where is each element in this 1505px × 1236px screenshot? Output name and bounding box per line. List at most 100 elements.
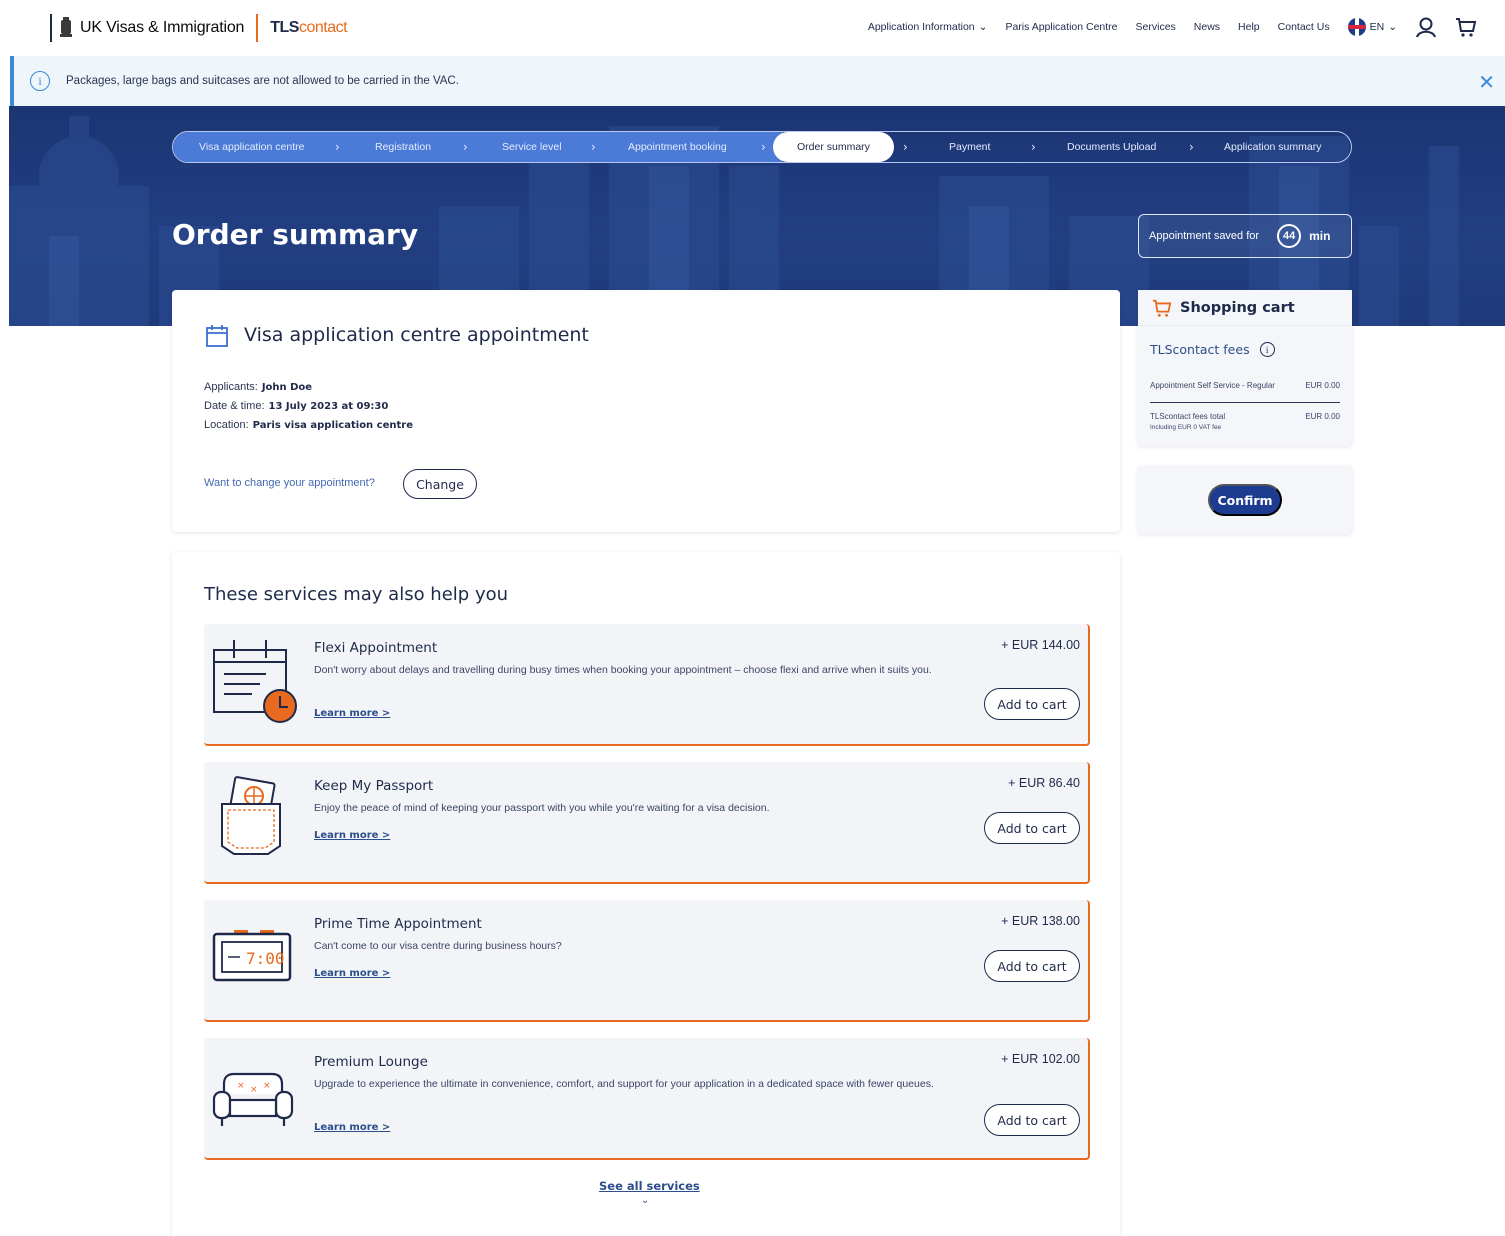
step-payment: Payment [949,141,991,153]
change-button[interactable]: Change [403,469,477,499]
location-value: Paris visa application centre [252,420,413,431]
service-card-premium-lounge: × × × Premium Lounge Upgrade to experien… [204,1038,1090,1160]
user-icon[interactable] [1415,16,1437,38]
service-description: Can't come to our visa centre during bus… [314,940,562,952]
chevron-right-icon: › [903,140,908,154]
service-description: Upgrade to experience the ultimate in co… [314,1078,934,1090]
service-name: Flexi Appointment [314,640,438,656]
brand-logos[interactable]: UK Visas & Immigration TLS contact [50,14,348,42]
service-card-flexi-appointment: Flexi Appointment Don't worry about dela… [204,624,1090,746]
add-to-cart-button[interactable]: Add to cart [984,688,1080,720]
chevron-right-icon: › [761,140,766,154]
datetime-label: Date & time: [204,400,265,412]
confirm-panel: Confirm [1138,466,1352,534]
service-card-keep-my-passport: Keep My Passport Enjoy the peace of mind… [204,762,1090,884]
service-name: Premium Lounge [314,1054,428,1070]
chevron-down-icon: ⌄ [641,1195,650,1206]
step-service-level[interactable]: Service level [502,132,562,162]
service-price: + EUR 102.00 [1001,1052,1080,1066]
add-to-cart-button[interactable]: Add to cart [984,950,1080,982]
nav-contact-us[interactable]: Contact Us [1278,21,1330,33]
logo-separator [256,14,259,42]
flexi-appointment-icon [213,640,297,723]
add-to-cart-button[interactable]: Add to cart [984,1104,1080,1136]
location-row: Location: Paris visa application centre [204,419,413,431]
learn-more-link[interactable]: Learn more > [314,708,390,719]
confirm-button[interactable]: Confirm [1208,484,1282,516]
learn-more-link[interactable]: Learn more > [314,1122,390,1133]
language-label: EN [1369,21,1385,33]
info-icon[interactable]: i [1259,342,1275,357]
nav-application-information[interactable]: Application Information ⌄ [868,21,988,33]
calendar-icon [206,325,228,347]
add-to-cart-button[interactable]: Add to cart [984,812,1080,844]
step-documents-upload: Documents Upload [1067,141,1157,153]
service-price: + EUR 86.40 [1008,776,1080,790]
timer-label: Appointment saved for [1149,230,1260,242]
applicants-row: Applicants: John Doe [204,381,312,393]
nav-news[interactable]: News [1194,21,1220,33]
step-application-summary: Application summary [1224,141,1322,153]
tls-logo-light: contact [298,19,348,36]
timer-value: 44 [1277,224,1302,248]
chevron-right-icon: › [463,140,468,154]
nav-paris-application-centre[interactable]: Paris Application Centre [1005,21,1117,33]
step-appointment-booking[interactable]: Appointment booking [628,132,727,162]
learn-more-link[interactable]: Learn more > [314,968,390,979]
timer-unit: min [1309,229,1331,243]
banner-text: Packages, large bags and suitcases are n… [66,75,459,87]
location-label: Location: [204,419,249,431]
svg-text:7:00: 7:00 [246,949,285,968]
nav-services[interactable]: Services [1136,21,1176,33]
top-header: UK Visas & Immigration TLS contact Applic… [0,0,1505,56]
chevron-right-icon: › [1189,140,1194,154]
passport-pocket-icon [221,776,281,855]
language-selector[interactable]: EN ⌄ [1347,18,1397,36]
crest-icon [60,17,72,37]
sofa-icon: × × × [212,1072,294,1126]
nav-help[interactable]: Help [1238,21,1260,33]
info-banner: i Packages, large bags and suitcases are… [10,56,1505,106]
datetime-value: 13 July 2023 at 09:30 [268,401,389,412]
service-description: Enjoy the peace of mind of keeping your … [314,802,770,814]
fees-heading: TLScontact fees i [1150,342,1275,357]
main-nav: Application Information ⌄ Paris Applicati… [868,16,1477,38]
service-card-prime-time-appointment: 7:00 Prime Time Appointment Can't come t… [204,900,1090,1022]
service-price: + EUR 144.00 [1001,638,1080,652]
page-title: Order summary [172,218,419,251]
service-description: Don't worry about delays and travelling … [314,664,932,676]
ukvi-logo-text: UK Visas & Immigration [80,19,245,36]
svg-text:×: × [250,1085,258,1095]
alarm-clock-icon: 7:00 [212,930,292,982]
cart-header: Shopping cart [1138,290,1352,326]
cart-icon [1152,299,1172,317]
line-item-value: EUR 0.00 [1305,381,1340,390]
close-icon[interactable]: ✕ [1478,70,1495,94]
step-visa-application-centre[interactable]: Visa application centre [199,132,304,162]
brand-divider [50,14,52,42]
fees-title: TLScontact fees [1150,342,1250,357]
cart-line-item: Appointment Self Service - Regular EUR 0… [1150,381,1340,390]
cart-icon[interactable] [1455,16,1477,38]
shopping-cart-panel: Shopping cart TLScontact fees i Appointm… [1138,290,1352,446]
cart-divider [1150,402,1340,403]
see-all-services-link[interactable]: See all services [599,1179,700,1193]
service-price: + EUR 138.00 [1001,914,1080,928]
svg-text:×: × [263,1081,271,1091]
applicants-label: Applicants: [204,381,258,393]
step-registration[interactable]: Registration [375,132,431,162]
learn-more-link[interactable]: Learn more > [314,830,390,841]
step-order-summary[interactable]: Order summary [773,132,894,162]
total-label: TLScontact fees total [1150,412,1226,421]
line-item-label: Appointment Self Service - Regular [1150,381,1275,390]
uk-flag-icon [1347,18,1366,36]
nav-label: Application Information [867,21,975,33]
vat-note: Including EUR 0 VAT fee [1150,424,1222,431]
chevron-right-icon: › [591,140,596,154]
svg-text:×: × [237,1081,245,1091]
chevron-down-icon: ⌄ [978,21,988,33]
appointment-title: Visa application centre appointment [244,324,589,346]
progress-stepper: Visa application centre › Registration ›… [172,131,1352,163]
cart-title: Shopping cart [1180,299,1295,316]
chevron-down-icon: ⌄ [1388,21,1397,33]
